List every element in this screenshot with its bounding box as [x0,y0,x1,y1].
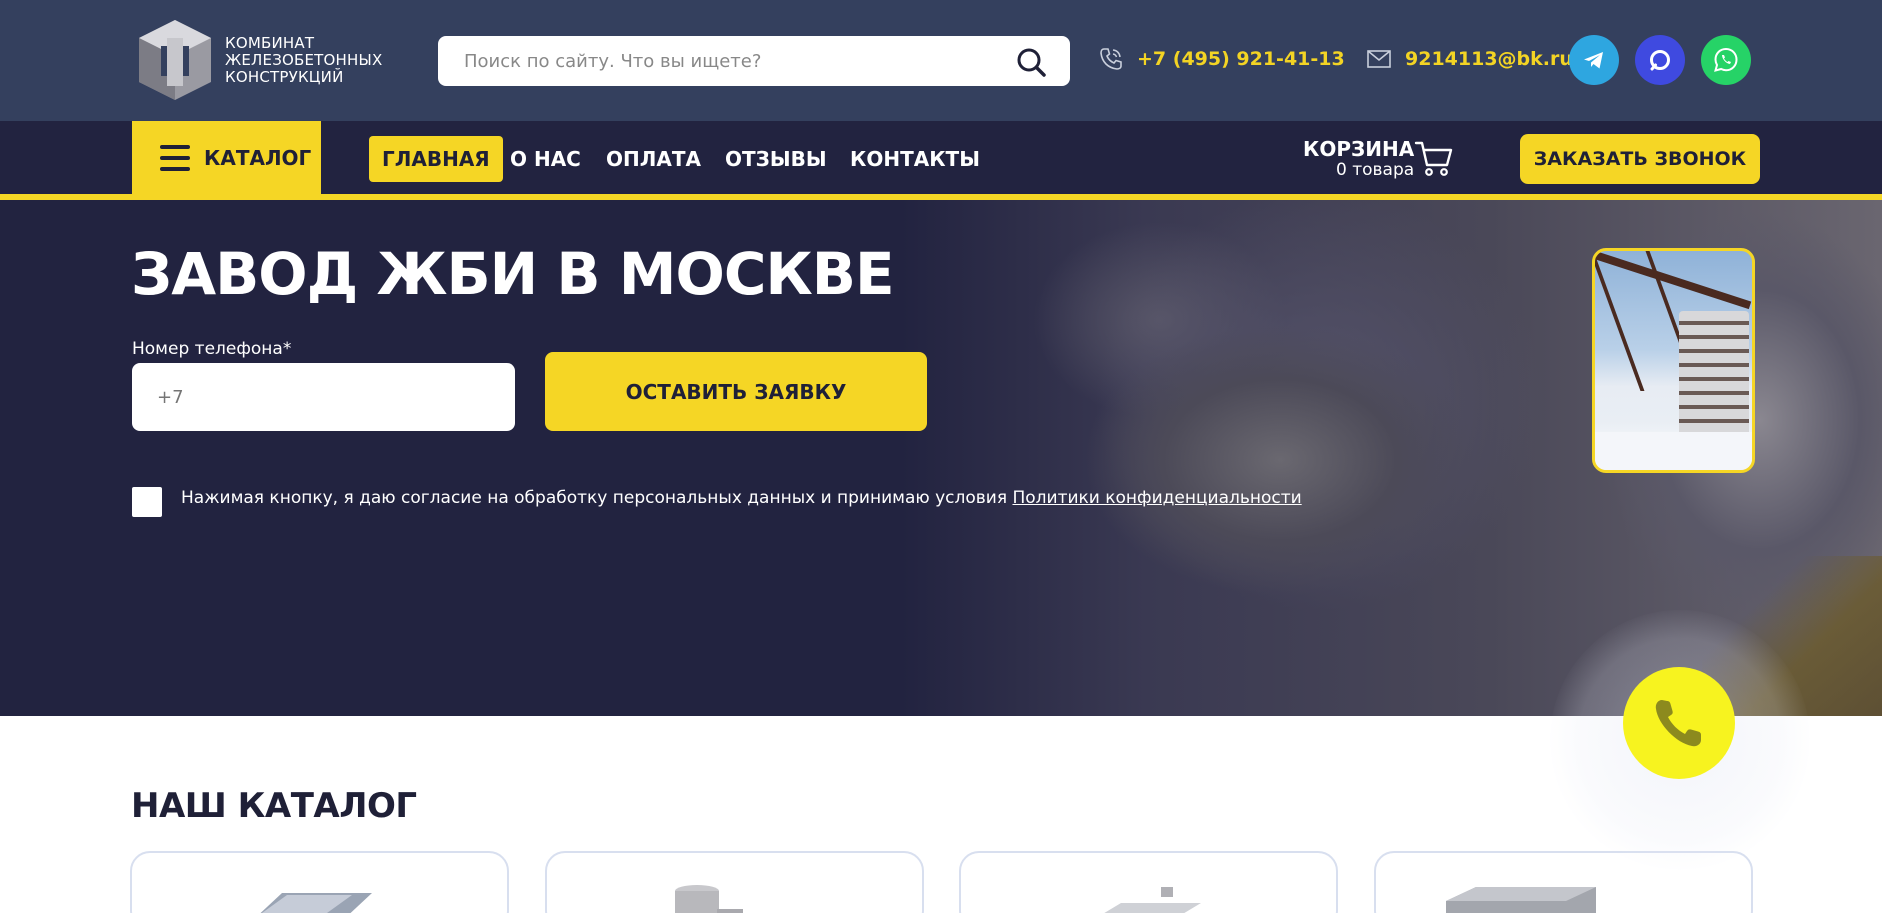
hero-thumbnail-image[interactable] [1592,248,1755,473]
catalog-card[interactable] [545,851,924,913]
cart-summary[interactable]: КОРЗИНА 0 товара [1303,138,1414,181]
header-email[interactable]: 9214113@bk.ru [1366,46,1573,72]
cart-title: КОРЗИНА [1303,137,1415,161]
search-input[interactable] [464,36,1004,86]
cart-icon[interactable] [1414,138,1454,178]
logo-text: КОМБИНАТ ЖЕЛЕЗОБЕТОННЫХ КОНСТРУКЦИЙ [225,33,383,86]
order-callback-button[interactable]: ЗАКАЗАТЬ ЗВОНОК [1520,134,1760,184]
nav-item-contacts[interactable]: КОНТАКТЫ [850,136,980,182]
floating-call-button[interactable] [1623,667,1735,779]
header-phone-text[interactable]: +7 (495) 921-41-13 [1137,48,1345,70]
nav-item-payment[interactable]: ОПЛАТА [606,136,701,182]
logo-line-1: КОМБИНАТ [225,33,315,52]
catalog-card[interactable] [959,851,1338,913]
cart-count: 0 товара [1336,160,1415,180]
header-phone[interactable]: +7 (495) 921-41-13 [1098,46,1345,72]
telegram-icon[interactable] [1569,35,1619,85]
consent-text: Нажимая кнопку, я даю согласие на обрабо… [181,488,1302,508]
privacy-policy-link[interactable]: Политики конфиденциальности [1012,488,1301,508]
search-icon[interactable] [1016,47,1046,77]
nav-item-reviews[interactable]: ОТЗЫВЫ [725,136,827,182]
logo-line-3: КОНСТРУКЦИЙ [225,67,344,86]
consent-checkbox[interactable] [132,487,162,517]
product-image [260,893,372,913]
logo-mark-icon [131,16,219,104]
logo[interactable]: КОМБИНАТ ЖЕЛЕЗОБЕТОННЫХ КОНСТРУКЦИЙ [131,16,409,104]
mail-icon [1367,50,1391,68]
max-messenger-icon[interactable] [1635,35,1685,85]
product-image [1446,887,1596,913]
hero-title: ЗАВОД ЖБИ В МОСКВЕ [131,240,895,308]
catalog-menu-button[interactable]: КАТАЛОГ [132,121,321,194]
nav-item-about[interactable]: О НАС [510,136,581,182]
submit-request-button[interactable]: ОСТАВИТЬ ЗАЯВКУ [545,352,927,431]
catalog-menu-label: КАТАЛОГ [204,145,312,170]
hamburger-icon [160,144,190,171]
product-image [675,885,743,913]
nav-item-home[interactable]: ГЛАВНАЯ [369,136,503,182]
logo-line-2: ЖЕЛЕЗОБЕТОННЫХ [225,50,383,69]
phone-handset-icon [1655,700,1701,747]
catalog-title: НАШ КАТАЛОГ [131,786,417,826]
phone-field-label: Номер телефона* [132,339,292,359]
header-email-text[interactable]: 9214113@bk.ru [1405,48,1573,70]
consent-text-body: Нажимая кнопку, я даю согласие на обрабо… [181,488,1008,508]
phone-icon [1100,48,1122,70]
catalog-card[interactable] [130,851,509,913]
whatsapp-icon[interactable] [1701,35,1751,85]
search-bar [438,36,1070,86]
product-image [1104,887,1201,913]
phone-input[interactable] [132,363,515,431]
